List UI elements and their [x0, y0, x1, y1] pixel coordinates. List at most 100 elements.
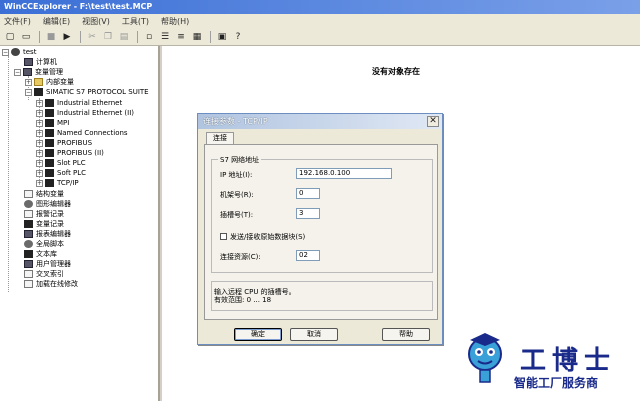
- tree-node-report-designer[interactable]: 报表编辑器: [24, 229, 71, 239]
- alarm-logging-icon: [24, 210, 33, 218]
- menu-edit[interactable]: 编辑(E): [43, 16, 70, 27]
- slot-input[interactable]: 3: [296, 208, 320, 219]
- channel-icon: [45, 169, 54, 177]
- cross-reference-icon: [24, 270, 33, 278]
- expand-icon[interactable]: +: [36, 139, 43, 147]
- menu-file[interactable]: 文件(F): [4, 16, 31, 27]
- struct-tag-icon: [24, 190, 33, 198]
- toolbar-separator: [39, 30, 40, 43]
- tree-node-global-script[interactable]: 全局脚本: [24, 239, 64, 249]
- tab-connection[interactable]: 连接: [206, 132, 234, 144]
- connection-resource-input[interactable]: 02: [296, 250, 320, 261]
- tab-panel: S7 网络地址 IP 地址(I): 192.168.0.100 机架号(R): …: [204, 144, 438, 320]
- user-admin-icon: [24, 260, 33, 268]
- open-folder-icon[interactable]: ▭: [19, 30, 33, 44]
- list-icon[interactable]: ☰: [158, 30, 172, 44]
- tree-node-user-admin[interactable]: 用户管理器: [24, 259, 71, 269]
- connection-parameters-dialog: 连接参数 - TCP/IP ✕ 连接 S7 网络地址 IP 地址(I): 192…: [197, 113, 443, 345]
- stop-icon[interactable]: ■: [44, 30, 58, 44]
- load-changes-icon: [24, 280, 33, 288]
- tree-node-channel[interactable]: + PROFIBUS (II): [36, 148, 104, 158]
- expand-icon[interactable]: +: [36, 119, 43, 127]
- tree-node-struct-tags[interactable]: 结构变量: [24, 189, 64, 199]
- text-library-icon: [24, 250, 33, 258]
- expand-icon[interactable]: +: [36, 109, 43, 117]
- collapse-icon[interactable]: −: [2, 48, 9, 56]
- tree-node-channel[interactable]: + PROFIBUS: [36, 138, 92, 148]
- cut-icon[interactable]: ✂: [85, 30, 99, 44]
- tree-node-channel[interactable]: + Soft PLC: [36, 168, 86, 178]
- help-icon[interactable]: ?: [231, 30, 245, 44]
- copy-icon[interactable]: ❐: [101, 30, 115, 44]
- raw-data-checkbox[interactable]: [220, 233, 227, 240]
- play-icon[interactable]: ▶: [60, 30, 74, 44]
- hint-line: 输入远程 CPU 的插槽号。: [214, 288, 296, 296]
- channel-icon: [45, 149, 54, 157]
- expand-icon[interactable]: +: [36, 159, 43, 167]
- toolbar-separator: [137, 30, 138, 43]
- paste-icon[interactable]: ▤: [117, 30, 131, 44]
- tree-node-protocol-suite[interactable]: − SIMATIC S7 PROTOCOL SUITE: [25, 87, 149, 97]
- hint-range: 有效范围: 0 ... 18: [214, 296, 272, 304]
- collapse-icon[interactable]: −: [25, 88, 32, 96]
- channel-icon: [45, 129, 54, 137]
- tag-management-icon: [23, 68, 32, 76]
- graphics-designer-icon: [24, 200, 33, 208]
- tree-node-computer[interactable]: 计算机: [24, 57, 57, 67]
- expand-icon[interactable]: +: [25, 78, 32, 86]
- help-button[interactable]: 帮助: [382, 328, 430, 341]
- tree-node-channel-tcpip[interactable]: + TCP/IP: [36, 178, 79, 188]
- tree-node-tag-management[interactable]: − 变量管理: [14, 67, 63, 77]
- tree-node-channel[interactable]: + MPI: [36, 118, 69, 128]
- new-file-icon[interactable]: ▢: [3, 30, 17, 44]
- connection-resource-label: 连接资源(C):: [220, 253, 261, 261]
- tree-node-channel[interactable]: + Named Connections: [36, 128, 128, 138]
- expand-icon[interactable]: +: [36, 149, 43, 157]
- expand-icon[interactable]: +: [36, 169, 43, 177]
- expand-icon[interactable]: +: [36, 129, 43, 137]
- brand-name: 工博士: [520, 346, 617, 376]
- collapse-icon[interactable]: −: [14, 68, 21, 76]
- large-icons-icon[interactable]: ▦: [190, 30, 204, 44]
- global-script-icon: [24, 240, 33, 248]
- menu-tools[interactable]: 工具(T): [122, 16, 149, 27]
- toolbar: ▢ ▭ ■ ▶ ✂ ❐ ▤ ▫ ☰ ≡ ▦ ▣ ?: [0, 28, 640, 46]
- ok-button[interactable]: 确定: [234, 328, 282, 341]
- close-icon[interactable]: ✕: [427, 116, 439, 127]
- rack-input[interactable]: 0: [296, 188, 320, 199]
- cancel-button[interactable]: 取消: [290, 328, 338, 341]
- channel-icon: [45, 99, 54, 107]
- tree-node-cross-reference[interactable]: 交叉索引: [24, 269, 64, 279]
- dialog-title: 连接参数 - TCP/IP: [203, 117, 268, 126]
- details-icon[interactable]: ≡: [174, 30, 188, 44]
- rack-label: 机架号(R):: [220, 191, 254, 199]
- expand-icon[interactable]: +: [36, 99, 43, 107]
- channel-icon: [45, 179, 54, 187]
- tree-node-root[interactable]: − test: [2, 47, 36, 57]
- tree-node-text-library[interactable]: 文本库: [24, 249, 57, 259]
- tree-node-load-online-changes[interactable]: 加载在线修改: [24, 279, 78, 289]
- tree-node-channel[interactable]: + Industrial Ethernet: [36, 98, 122, 108]
- tree-node-graphics-designer[interactable]: 图形编辑器: [24, 199, 71, 209]
- toolbar-separator: [210, 30, 211, 43]
- hint-box: 输入远程 CPU 的插槽号。 有效范围: 0 ... 18: [211, 281, 433, 311]
- tree-node-channel[interactable]: + Industrial Ethernet (II): [36, 108, 134, 118]
- report-designer-icon: [24, 230, 33, 238]
- properties-icon[interactable]: ▣: [215, 30, 229, 44]
- tree-node-channel[interactable]: + Slot PLC: [36, 158, 86, 168]
- tree-node-internal-tags[interactable]: + 内部变量: [25, 77, 74, 87]
- tree-guide-line: [8, 56, 9, 292]
- tree-node-alarm-logging[interactable]: 报警记录: [24, 209, 64, 219]
- ip-address-input[interactable]: 192.168.0.100: [296, 168, 392, 179]
- mascot-logo-icon: [468, 333, 502, 383]
- menu-view[interactable]: 视图(V): [82, 16, 110, 27]
- small-icons-icon[interactable]: ▫: [142, 30, 156, 44]
- slot-label: 插槽号(T):: [220, 211, 254, 219]
- menu-help[interactable]: 帮助(H): [161, 16, 189, 27]
- expand-icon[interactable]: +: [36, 179, 43, 187]
- channel-icon: [45, 109, 54, 117]
- group-label: S7 网络地址: [218, 155, 262, 165]
- project-icon: [11, 48, 20, 56]
- ip-address-label: IP 地址(I):: [220, 171, 253, 179]
- tree-node-tag-logging[interactable]: 变量记录: [24, 219, 64, 229]
